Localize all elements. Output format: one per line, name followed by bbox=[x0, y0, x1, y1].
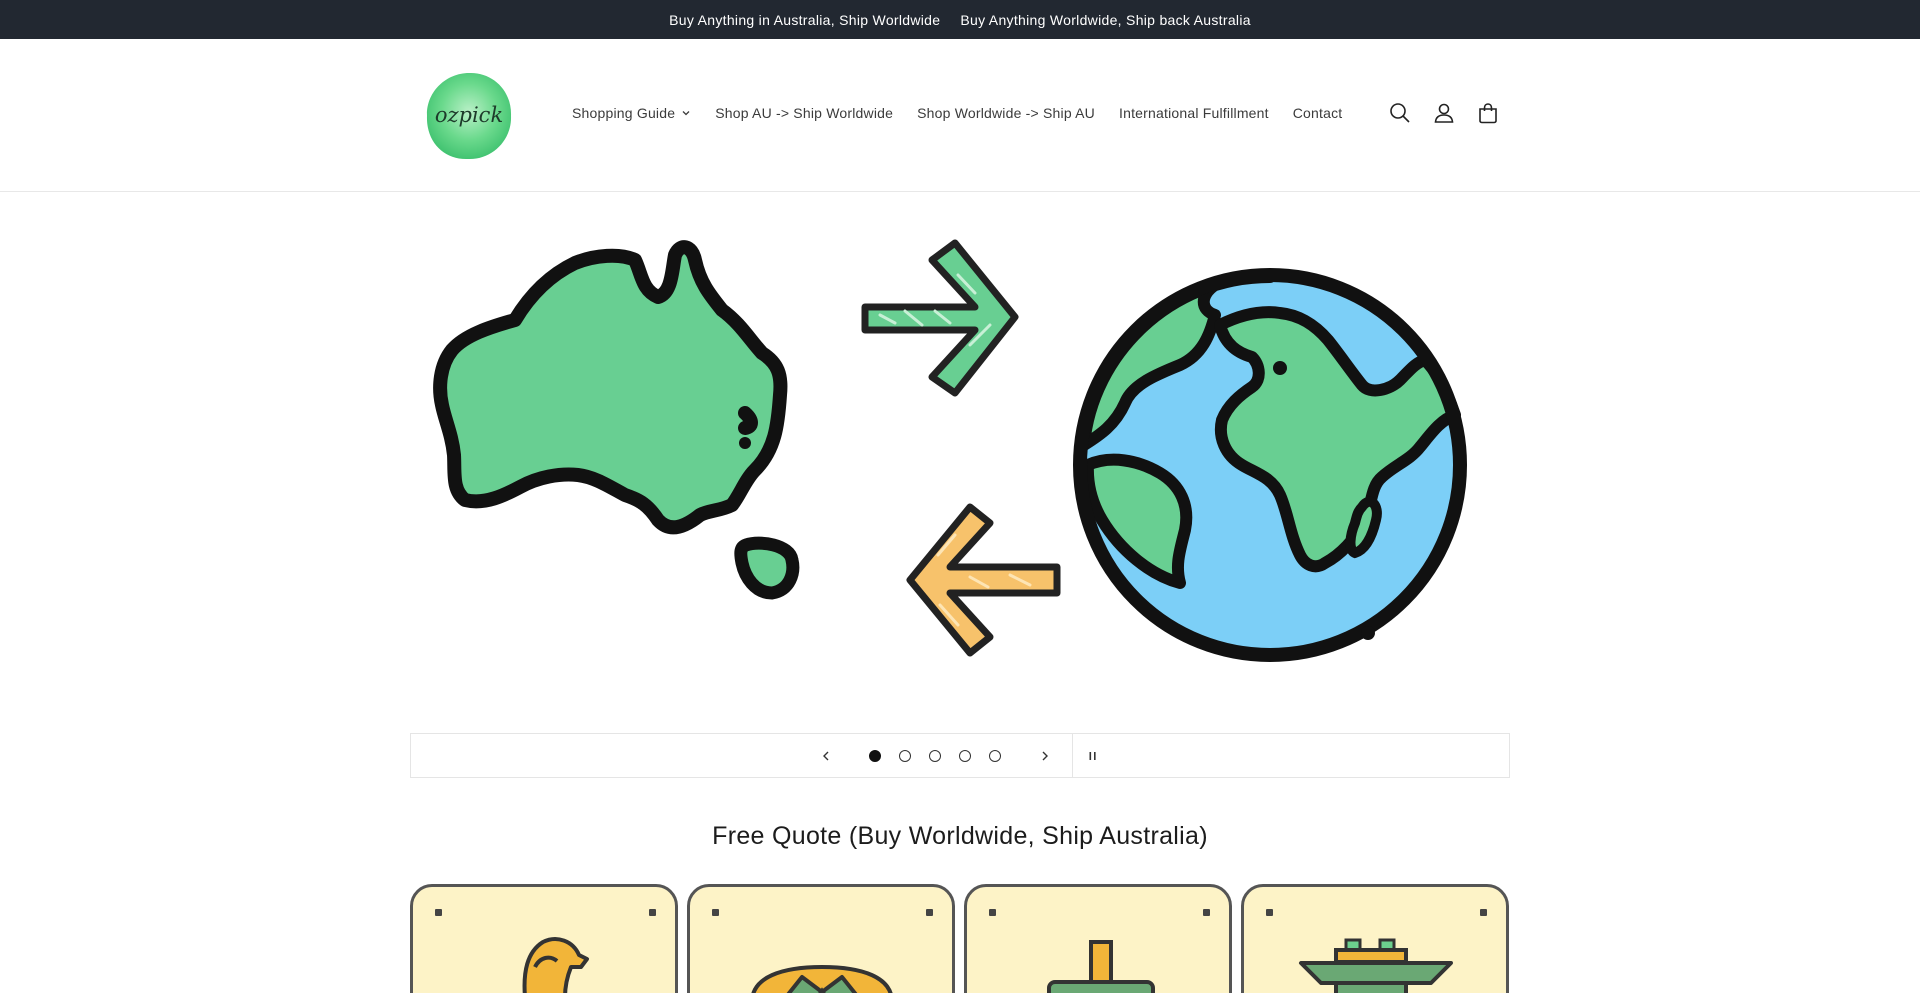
slide-dot-2[interactable] bbox=[899, 750, 911, 762]
card-pin bbox=[1203, 909, 1210, 916]
card-pin bbox=[1480, 909, 1487, 916]
cart-icon bbox=[1479, 103, 1497, 124]
section-title: Free Quote (Buy Worldwide, Ship Australi… bbox=[712, 822, 1208, 850]
nav-shop-worldwide-label: Shop Worldwide -> Ship AU bbox=[917, 105, 1095, 121]
chevron-right-icon bbox=[1042, 751, 1048, 761]
pause-icon bbox=[1089, 752, 1096, 760]
site-header: ozpick Shopping Guide Shop AU -> Ship Wo… bbox=[0, 39, 1920, 192]
search-icon bbox=[1390, 103, 1410, 123]
pagoda-icon bbox=[1299, 938, 1453, 993]
quote-card[interactable] bbox=[410, 884, 678, 993]
card-pin bbox=[649, 909, 656, 916]
globe-icon bbox=[1073, 268, 1467, 662]
slide-dot-1[interactable] bbox=[869, 750, 881, 762]
slide-next-button[interactable] bbox=[1035, 746, 1055, 766]
slide-dot-5[interactable] bbox=[989, 750, 1001, 762]
cart-button[interactable] bbox=[1476, 101, 1500, 125]
card-pin bbox=[435, 909, 442, 916]
card-pin bbox=[926, 909, 933, 916]
slideshow-controls bbox=[410, 733, 1510, 778]
nav-contact-label: Contact bbox=[1292, 105, 1343, 121]
merlion-icon bbox=[522, 937, 589, 993]
account-button[interactable] bbox=[1432, 101, 1456, 125]
australia-map-icon bbox=[433, 240, 800, 600]
nav-international-fulfillment[interactable]: International Fulfillment bbox=[1107, 105, 1281, 121]
slide-prev-button[interactable] bbox=[816, 746, 836, 766]
chevron-down-icon bbox=[682, 111, 690, 116]
logo-text: ozpick bbox=[435, 103, 503, 127]
slide-pause-button[interactable] bbox=[1083, 746, 1103, 766]
card-pin bbox=[989, 909, 996, 916]
ozpick-logo[interactable]: ozpick bbox=[424, 70, 514, 162]
nav-shopping-guide[interactable]: Shopping Guide bbox=[560, 105, 703, 121]
slide-dot-4[interactable] bbox=[959, 750, 971, 762]
announcement-text-left[interactable]: Buy Anything in Australia, Ship Worldwid… bbox=[669, 12, 940, 28]
nav-shop-au-label: Shop AU -> Ship Worldwide bbox=[715, 105, 894, 121]
quote-card[interactable] bbox=[964, 884, 1232, 993]
nav-shop-au-ship-worldwide[interactable]: Shop AU -> Ship Worldwide bbox=[703, 105, 905, 121]
header-icons bbox=[1388, 101, 1500, 125]
slide-dots bbox=[869, 750, 1001, 762]
nav-fulfillment-label: International Fulfillment bbox=[1119, 105, 1269, 121]
nav-shopping-guide-label: Shopping Guide bbox=[572, 105, 676, 121]
chevron-left-icon bbox=[823, 751, 829, 761]
arrow-right-icon bbox=[861, 239, 1019, 397]
nav-contact[interactable]: Contact bbox=[1281, 105, 1355, 121]
account-icon bbox=[1434, 103, 1454, 123]
tower-icon bbox=[1047, 940, 1155, 993]
quote-cards bbox=[410, 884, 1510, 993]
announcement-bar: Buy Anything in Australia, Ship Worldwid… bbox=[0, 0, 1920, 39]
announcement-text-right[interactable]: Buy Anything Worldwide, Ship back Austra… bbox=[960, 12, 1250, 28]
quote-card[interactable] bbox=[1241, 884, 1509, 993]
hero-slide-image bbox=[433, 239, 1467, 662]
main-nav: Shopping Guide Shop AU -> Ship Worldwide… bbox=[560, 93, 1354, 133]
arrow-left-icon bbox=[906, 503, 1061, 657]
card-pin bbox=[712, 909, 719, 916]
card-pin bbox=[1266, 909, 1273, 916]
search-button[interactable] bbox=[1388, 101, 1412, 125]
quote-card[interactable] bbox=[687, 884, 955, 993]
slider-divider bbox=[1072, 734, 1073, 777]
durian-icon bbox=[751, 964, 893, 993]
slide-dot-3[interactable] bbox=[929, 750, 941, 762]
nav-shop-worldwide-ship-au[interactable]: Shop Worldwide -> Ship AU bbox=[905, 105, 1107, 121]
